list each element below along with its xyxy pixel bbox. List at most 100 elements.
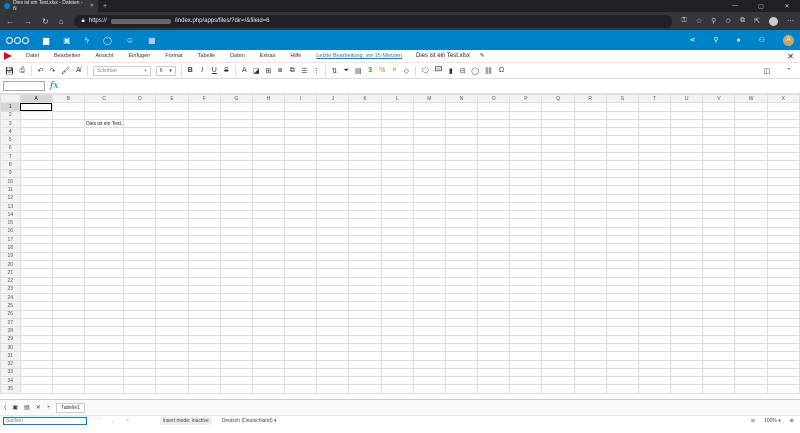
cell-g14[interactable] — [219, 210, 253, 220]
cell-a19[interactable] — [19, 251, 53, 261]
cell-q3[interactable] — [541, 118, 575, 129]
collections-icon[interactable]: ⧉ — [740, 17, 745, 25]
cell-l33[interactable] — [380, 367, 414, 378]
cell-h10[interactable] — [251, 176, 286, 187]
cell-d1[interactable] — [123, 102, 157, 112]
cell-f26[interactable] — [187, 309, 221, 320]
cell-i32[interactable] — [284, 359, 318, 369]
cell-r31[interactable] — [573, 351, 607, 361]
cell-x28[interactable] — [766, 326, 800, 336]
cell-g33[interactable] — [219, 367, 253, 378]
cell-m26[interactable] — [412, 309, 446, 320]
cell-g19[interactable] — [219, 251, 253, 261]
cell-h27[interactable] — [251, 317, 286, 328]
cell-d4[interactable] — [123, 127, 157, 137]
cell-d2[interactable] — [123, 110, 157, 120]
cell-m27[interactable] — [412, 317, 446, 328]
cell-d35[interactable] — [123, 384, 157, 394]
menu-daten[interactable]: Daten — [230, 53, 245, 59]
cell-q7[interactable] — [541, 152, 575, 162]
cell-w3[interactable] — [734, 118, 768, 129]
cell-t21[interactable] — [637, 268, 672, 278]
row-header[interactable]: 29 — [0, 334, 21, 344]
cell-v13[interactable] — [702, 201, 736, 212]
cell-b12[interactable] — [51, 193, 85, 203]
filter-icon[interactable]: ⏷ — [343, 67, 350, 75]
cell-e8[interactable] — [155, 160, 189, 170]
contacts-menu-icon[interactable]: ⚇ — [759, 36, 765, 44]
pivot-table-icon[interactable]: ⊟ — [459, 67, 466, 75]
cell-j31[interactable] — [316, 351, 350, 361]
paint-format-icon[interactable]: 🖌︎ — [61, 67, 70, 75]
row-header[interactable]: 24 — [0, 293, 21, 303]
cell-p15[interactable] — [509, 218, 543, 228]
percent-icon[interactable]: % — [379, 67, 386, 74]
cell-l3[interactable] — [380, 118, 414, 129]
search-icon[interactable]: ⚲ — [713, 36, 718, 44]
cell-w30[interactable] — [734, 342, 768, 353]
cell-w12[interactable] — [734, 193, 768, 203]
cell-p13[interactable] — [509, 201, 543, 212]
cell-o34[interactable] — [477, 376, 511, 386]
cell-c3[interactable]: Dies ist ein Test. — [83, 118, 125, 129]
cell-m7[interactable] — [412, 152, 446, 162]
cell-r25[interactable] — [573, 301, 607, 311]
activity-icon[interactable]: ϟ — [85, 36, 89, 45]
cell-m6[interactable] — [412, 143, 446, 154]
cell-h6[interactable] — [251, 143, 286, 154]
cell-t2[interactable] — [637, 110, 672, 120]
cell-u2[interactable] — [670, 110, 704, 120]
cell-q24[interactable] — [541, 293, 575, 303]
cell-a1[interactable] — [19, 102, 53, 112]
cell-o16[interactable] — [477, 226, 511, 237]
cell-c11[interactable] — [83, 185, 125, 195]
cell-e18[interactable] — [155, 243, 189, 253]
cell-a11[interactable] — [19, 185, 53, 195]
cell-e21[interactable] — [155, 268, 189, 278]
cell-w25[interactable] — [734, 301, 768, 311]
cell-u27[interactable] — [670, 317, 704, 328]
cell-l34[interactable] — [380, 376, 414, 386]
cell-j29[interactable] — [316, 334, 350, 344]
cell-m13[interactable] — [412, 201, 446, 212]
cell-x11[interactable] — [766, 185, 800, 195]
row-header[interactable]: 34 — [0, 376, 21, 386]
cell-a17[interactable] — [19, 235, 53, 245]
cell-c13[interactable] — [83, 201, 125, 212]
cell-s32[interactable] — [605, 359, 639, 369]
underline-icon[interactable]: U — [211, 67, 218, 74]
cell-l18[interactable] — [380, 243, 414, 253]
cell-e13[interactable] — [155, 201, 189, 212]
cell-l23[interactable] — [380, 284, 414, 295]
cell-a3[interactable] — [19, 118, 53, 129]
menu-format[interactable]: Format — [165, 53, 182, 59]
cell-s29[interactable] — [605, 334, 639, 344]
cell-t25[interactable] — [637, 301, 672, 311]
cell-h24[interactable] — [251, 293, 286, 303]
cell-a8[interactable] — [19, 160, 53, 170]
row-header[interactable]: 23 — [0, 284, 21, 295]
cell-f33[interactable] — [187, 367, 221, 378]
cell-v31[interactable] — [702, 351, 736, 361]
cell-l9[interactable] — [380, 168, 414, 178]
cell-q29[interactable] — [541, 334, 575, 344]
cell-x3[interactable] — [766, 118, 800, 129]
cell-n3[interactable] — [444, 118, 479, 129]
cell-l30[interactable] — [380, 342, 414, 353]
cell-u33[interactable] — [670, 367, 704, 378]
cell-q30[interactable] — [541, 342, 575, 353]
cell-x2[interactable] — [766, 110, 800, 120]
cell-j15[interactable] — [316, 218, 350, 228]
cell-a28[interactable] — [19, 326, 53, 336]
cell-o30[interactable] — [477, 342, 511, 353]
cell-x8[interactable] — [766, 160, 800, 170]
menu-einfuegen[interactable]: Einfügen — [129, 53, 151, 59]
cell-t10[interactable] — [637, 176, 672, 187]
cell-u25[interactable] — [670, 301, 704, 311]
cell-h22[interactable] — [251, 276, 286, 286]
cell-i3[interactable] — [284, 118, 318, 129]
cell-t7[interactable] — [637, 152, 672, 162]
cell-l13[interactable] — [380, 201, 414, 212]
cell-h11[interactable] — [251, 185, 286, 195]
cell-q14[interactable] — [541, 210, 575, 220]
